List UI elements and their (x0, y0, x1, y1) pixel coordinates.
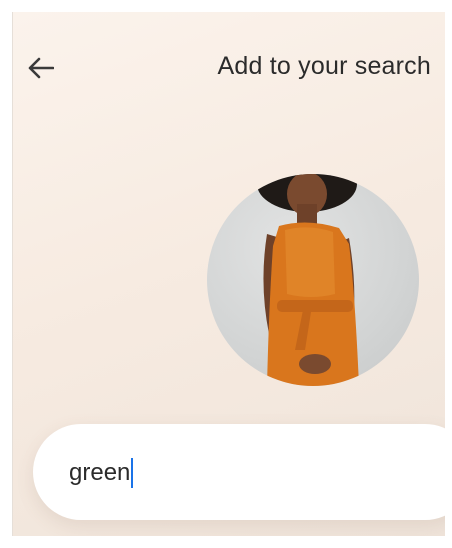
header: Add to your search (13, 12, 445, 122)
page-title: Add to your search (217, 52, 431, 80)
text-caret (131, 458, 134, 488)
query-image[interactable] (207, 174, 419, 386)
search-bar[interactable]: green (33, 424, 445, 520)
person-photo (257, 174, 359, 386)
search-input[interactable]: green (69, 458, 134, 488)
screen: Add to your search green (12, 12, 445, 536)
search-input-text: green (69, 459, 131, 486)
back-button[interactable] (21, 48, 61, 88)
arrow-left-icon (28, 57, 54, 79)
